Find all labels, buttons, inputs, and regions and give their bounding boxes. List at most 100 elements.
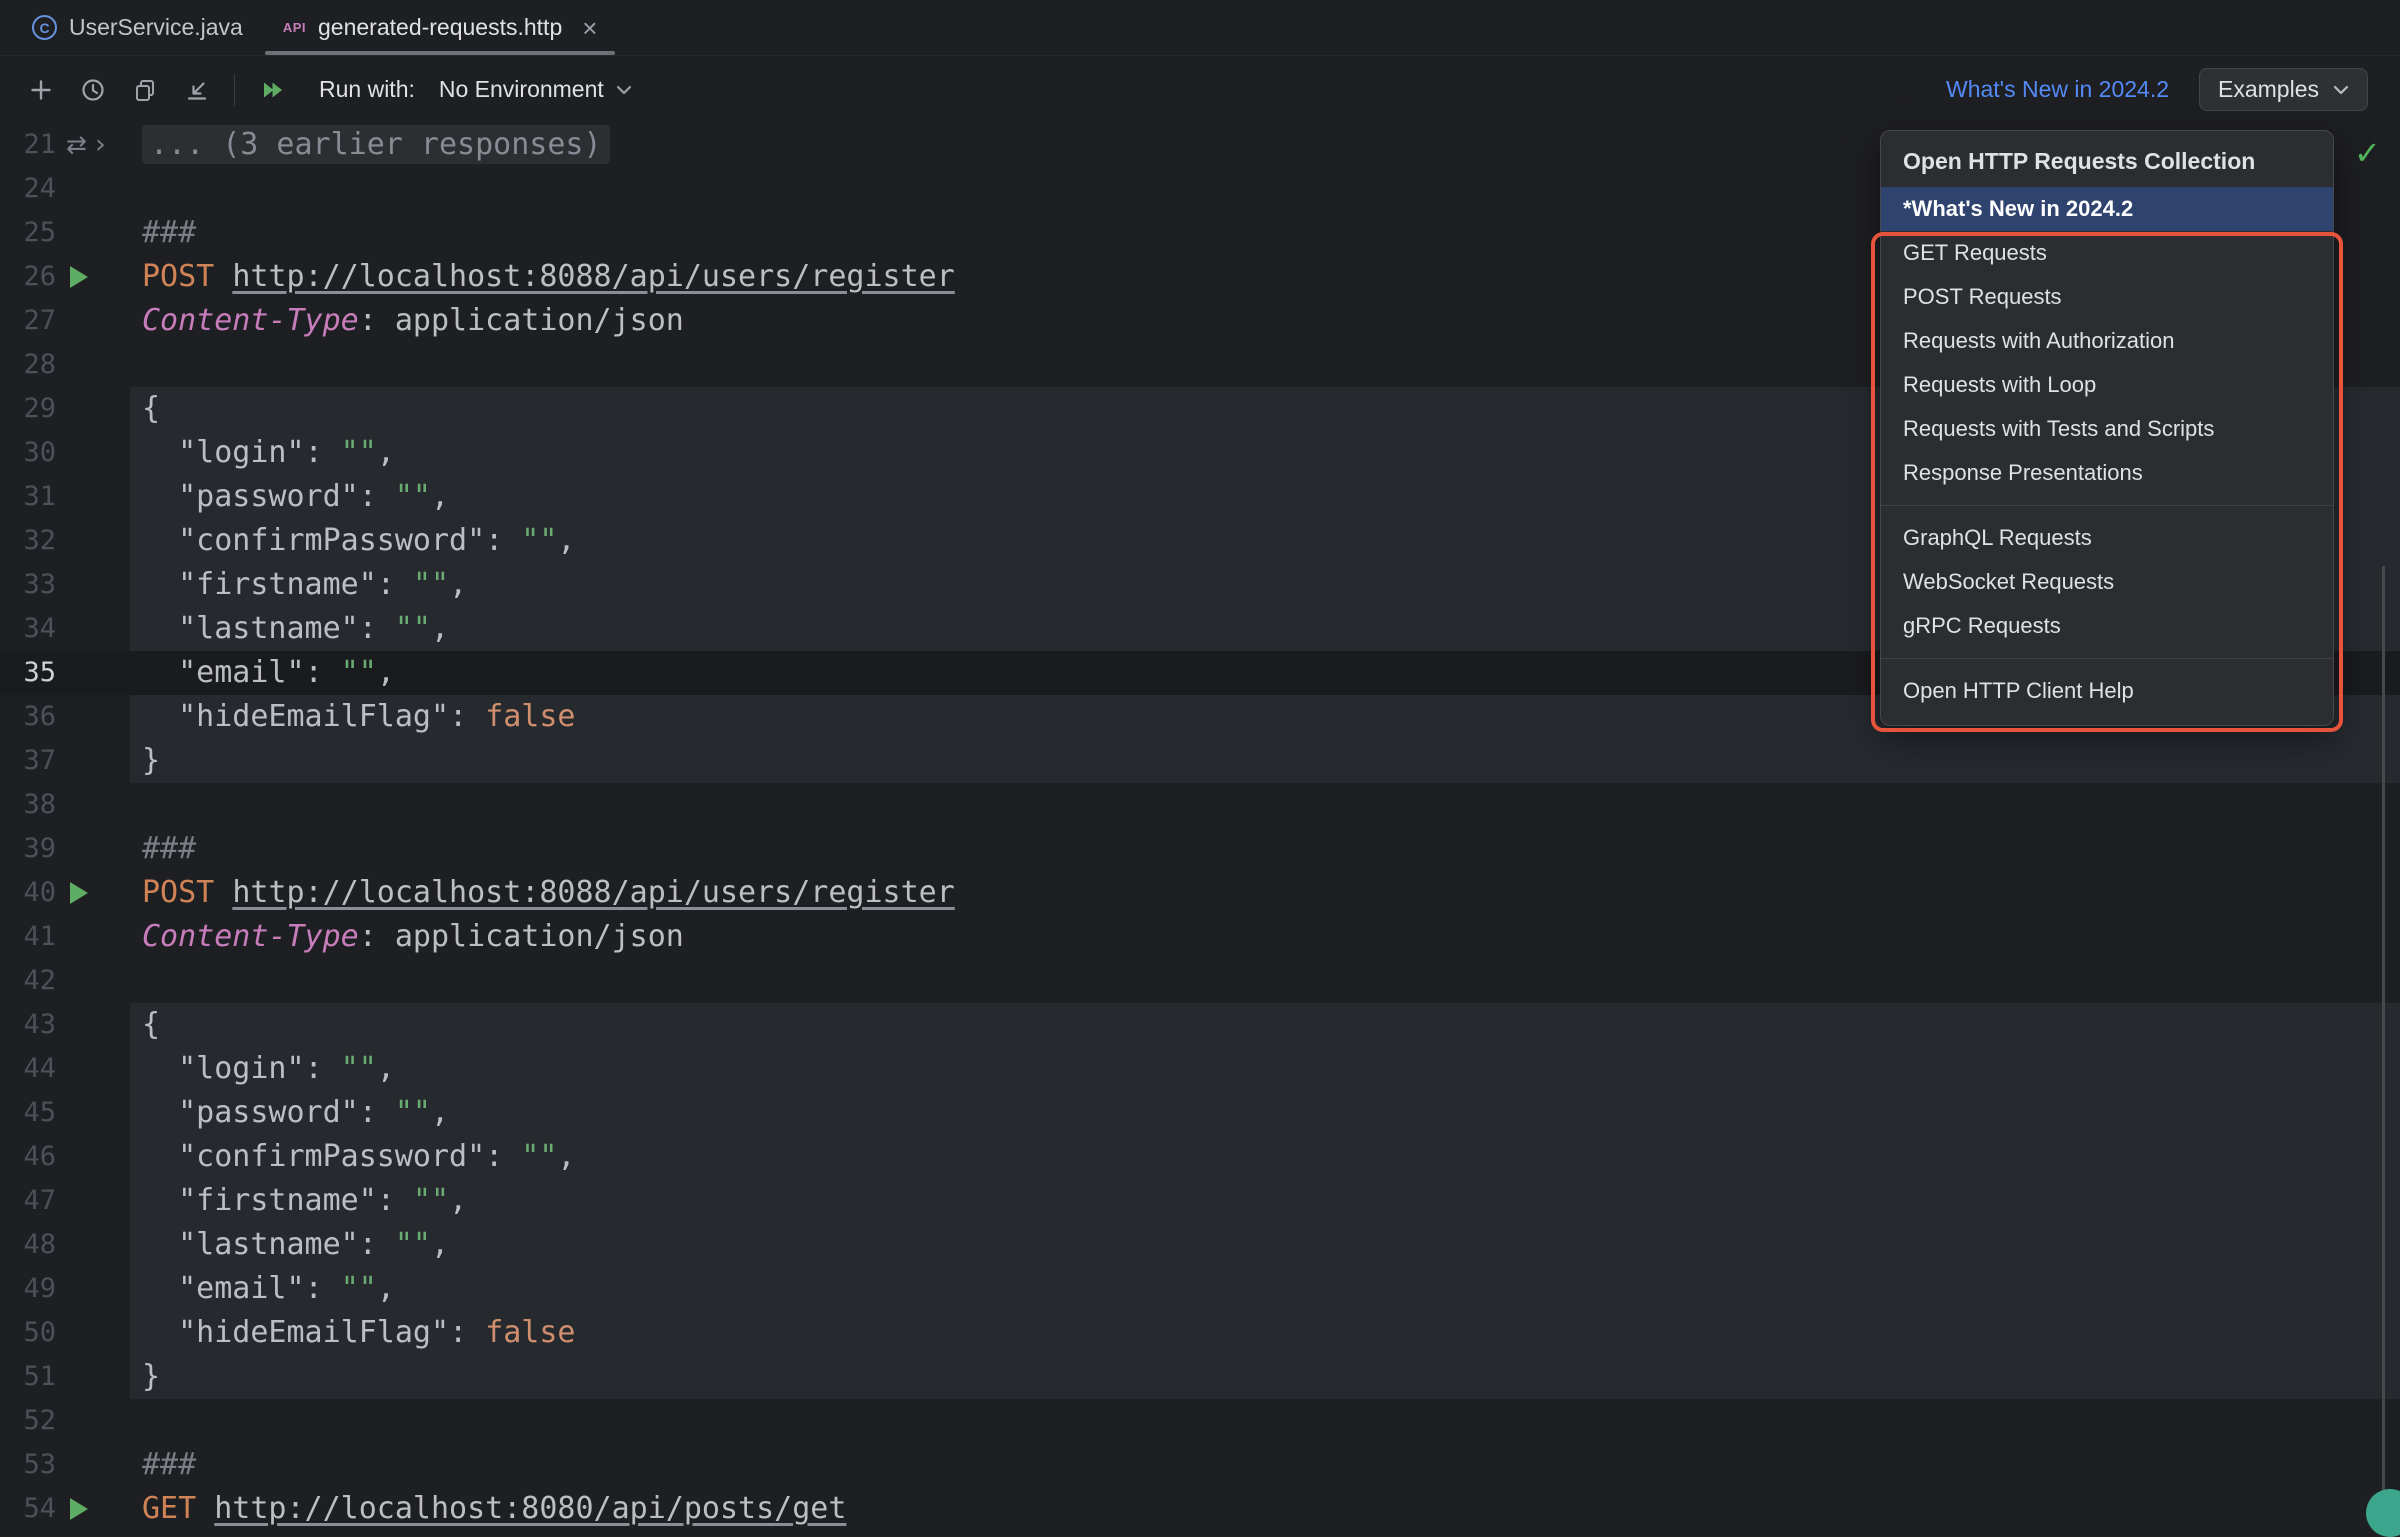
- open-log-button[interactable]: [174, 67, 220, 113]
- scrollbar[interactable]: [2382, 566, 2385, 1518]
- code-token: ,: [431, 1227, 449, 1262]
- gutter: 44: [0, 1047, 130, 1091]
- popup-item[interactable]: Open HTTP Client Help: [1881, 669, 2333, 713]
- code-line[interactable]: {: [130, 1003, 2400, 1047]
- popup-item[interactable]: POST Requests: [1881, 275, 2333, 319]
- code-token: :: [359, 479, 395, 514]
- code-line[interactable]: [130, 783, 2400, 827]
- gutter: 52: [0, 1399, 130, 1443]
- add-request-button[interactable]: [18, 67, 64, 113]
- code-line[interactable]: Content-Type: application/json: [130, 915, 2400, 959]
- editor-line-50[interactable]: 50 "hideEmailFlag": false: [0, 1311, 2400, 1355]
- editor-line-44[interactable]: 44 "login": "",: [0, 1047, 2400, 1091]
- popup-item-selected[interactable]: *What's New in 2024.2: [1881, 187, 2333, 231]
- environment-selector[interactable]: No Environment: [439, 76, 632, 103]
- code-line[interactable]: "firstname": "",: [130, 1179, 2400, 1223]
- examples-label: Examples: [2218, 76, 2319, 103]
- code-token: :: [305, 435, 341, 470]
- code-line[interactable]: "confirmPassword": "",: [130, 1135, 2400, 1179]
- code-token: ###: [142, 1447, 196, 1482]
- line-number: 45: [0, 1091, 56, 1135]
- code-line[interactable]: "lastname": "",: [130, 1223, 2400, 1267]
- gutter: 29: [0, 387, 130, 431]
- editor-line-47[interactable]: 47 "firstname": "",: [0, 1179, 2400, 1223]
- editor-line-51[interactable]: 51}: [0, 1355, 2400, 1399]
- code-line[interactable]: GET http://localhost:8080/api/posts/get: [130, 1487, 2400, 1531]
- fold-chevron-icon[interactable]: ›: [95, 123, 106, 167]
- code-token: "": [395, 479, 431, 514]
- editor-line-49[interactable]: 49 "email": "",: [0, 1267, 2400, 1311]
- code-token: [142, 1183, 178, 1218]
- expand-responses-icon[interactable]: ⇄: [66, 123, 87, 167]
- gutter: 54: [0, 1487, 130, 1531]
- line-number: 30: [0, 431, 56, 475]
- history-button[interactable]: [70, 67, 116, 113]
- editor-line-38[interactable]: 38: [0, 783, 2400, 827]
- copy-request-button[interactable]: [122, 67, 168, 113]
- run-request-icon[interactable]: [70, 1498, 88, 1520]
- editor-line-37[interactable]: 37}: [0, 739, 2400, 783]
- run-request-icon[interactable]: [70, 266, 88, 288]
- gutter: 38: [0, 783, 130, 827]
- popup-item[interactable]: Requests with Tests and Scripts: [1881, 407, 2333, 451]
- popup-item[interactable]: WebSocket Requests: [1881, 560, 2333, 604]
- line-number: 26: [0, 255, 56, 299]
- code-token: ,: [431, 1095, 449, 1130]
- code-line[interactable]: ###: [130, 827, 2400, 871]
- whats-new-link[interactable]: What's New in 2024.2: [1946, 76, 2169, 103]
- code-token: [142, 479, 178, 514]
- code-token: :: [359, 1227, 395, 1262]
- popup-item[interactable]: gRPC Requests: [1881, 604, 2333, 648]
- editor-line-40[interactable]: 40POST http://localhost:8088/api/users/r…: [0, 871, 2400, 915]
- tab-userservice-java[interactable]: C UserService.java: [12, 0, 263, 55]
- editor-line-46[interactable]: 46 "confirmPassword": "",: [0, 1135, 2400, 1179]
- gutter: 31: [0, 475, 130, 519]
- code-token: Content-Type: [142, 919, 359, 954]
- run-with-label: Run with:: [319, 76, 415, 103]
- code-line[interactable]: POST http://localhost:8088/api/users/reg…: [130, 871, 2400, 915]
- gutter: 40: [0, 871, 130, 915]
- gutter: 34: [0, 607, 130, 651]
- line-number: 21: [0, 123, 56, 167]
- code-token: {: [142, 391, 160, 426]
- gutter: 33: [0, 563, 130, 607]
- gutter: 43: [0, 1003, 130, 1047]
- close-tab-icon[interactable]: ×: [582, 15, 597, 41]
- editor-line-43[interactable]: 43{: [0, 1003, 2400, 1047]
- code-token: ,: [431, 611, 449, 646]
- code-token: "lastname": [178, 1227, 359, 1262]
- editor-line-48[interactable]: 48 "lastname": "",: [0, 1223, 2400, 1267]
- line-number: 42: [0, 959, 56, 1003]
- gutter: 42: [0, 959, 130, 1003]
- code-token: }: [142, 743, 160, 778]
- run-request-icon[interactable]: [70, 882, 88, 904]
- editor-line-41[interactable]: 41Content-Type: application/json: [0, 915, 2400, 959]
- editor-line-42[interactable]: 42: [0, 959, 2400, 1003]
- code-line[interactable]: "email": "",: [130, 1267, 2400, 1311]
- editor-line-53[interactable]: 53###: [0, 1443, 2400, 1487]
- editor-line-39[interactable]: 39###: [0, 827, 2400, 871]
- editor-line-52[interactable]: 52: [0, 1399, 2400, 1443]
- code-line[interactable]: ###: [130, 1443, 2400, 1487]
- code-line[interactable]: }: [130, 1355, 2400, 1399]
- tab-generated-requests-http[interactable]: API generated-requests.http ×: [263, 0, 618, 55]
- popup-item[interactable]: Requests with Authorization: [1881, 319, 2333, 363]
- code-token: [142, 699, 178, 734]
- code-line[interactable]: "password": "",: [130, 1091, 2400, 1135]
- code-line[interactable]: "hideEmailFlag": false: [130, 1311, 2400, 1355]
- code-line[interactable]: [130, 1399, 2400, 1443]
- gutter: 37: [0, 739, 130, 783]
- code-line[interactable]: [130, 959, 2400, 1003]
- code-line[interactable]: }: [130, 739, 2400, 783]
- line-number: 36: [0, 695, 56, 739]
- examples-dropdown[interactable]: Examples: [2199, 68, 2368, 111]
- popup-item[interactable]: Requests with Loop: [1881, 363, 2333, 407]
- popup-item[interactable]: GET Requests: [1881, 231, 2333, 275]
- editor-line-54[interactable]: 54GET http://localhost:8080/api/posts/ge…: [0, 1487, 2400, 1531]
- run-all-requests-button[interactable]: [249, 67, 295, 113]
- editor-line-45[interactable]: 45 "password": "",: [0, 1091, 2400, 1135]
- code-line[interactable]: "login": "",: [130, 1047, 2400, 1091]
- code-token: [142, 1315, 178, 1350]
- popup-item[interactable]: Response Presentations: [1881, 451, 2333, 495]
- popup-item[interactable]: GraphQL Requests: [1881, 516, 2333, 560]
